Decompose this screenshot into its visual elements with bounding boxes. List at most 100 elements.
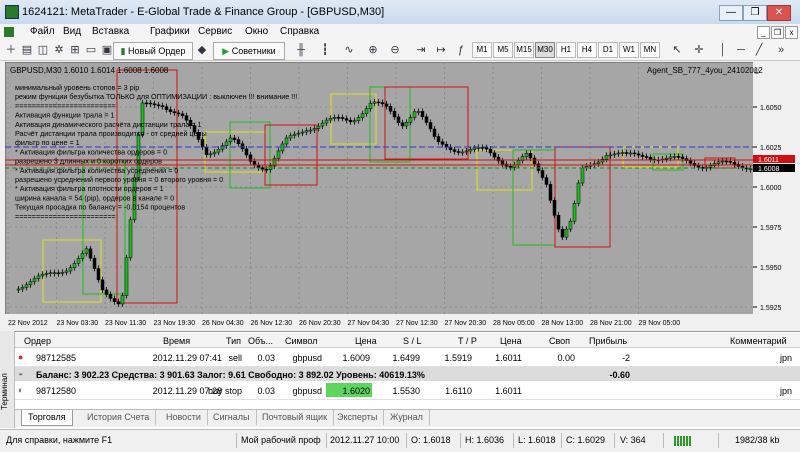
timeframe-d1[interactable]: D1 xyxy=(598,42,618,58)
col-type[interactable]: Тип xyxy=(226,336,241,346)
timeframe-m30[interactable]: M30 xyxy=(535,42,555,58)
status-profile[interactable]: Мой рабочий проф xyxy=(241,435,321,445)
indicators-icon[interactable]: ƒ xyxy=(454,43,468,57)
zoom-out-icon[interactable]: ⊖ xyxy=(388,43,402,57)
candle-body xyxy=(436,136,441,142)
col-sl[interactable]: S / L xyxy=(403,336,422,346)
navigator-icon[interactable]: ⊞ xyxy=(68,43,82,57)
price-tag-bid-text: 1.6011 xyxy=(758,157,779,164)
col-volume[interactable]: Объ... xyxy=(248,336,273,346)
menu-insert[interactable]: Вставка xyxy=(92,26,129,37)
tab-trade[interactable]: Торговля xyxy=(21,410,73,426)
status-open: O: 1.6018 xyxy=(411,435,451,445)
candle-body xyxy=(316,125,321,129)
tab-mailbox[interactable]: Почтовый ящик xyxy=(256,410,335,425)
timeframe-h4[interactable]: H4 xyxy=(577,42,597,58)
crosshair-icon[interactable]: ✛ xyxy=(692,43,706,57)
expert-advisors-button[interactable]: ▶ Советники xyxy=(213,42,285,60)
minimize-button[interactable]: — xyxy=(719,5,743,21)
col-tp[interactable]: T / P xyxy=(458,336,477,346)
col-swap[interactable]: Своп xyxy=(549,336,570,346)
new-chart-icon[interactable]: ＋ xyxy=(4,43,18,57)
candle-body xyxy=(312,128,317,131)
candle-body xyxy=(716,161,721,164)
col-time[interactable]: Время xyxy=(163,336,190,346)
zoom-in-icon[interactable]: ⊕ xyxy=(366,43,380,57)
tab-signals[interactable]: Сигналы xyxy=(207,410,257,425)
col-comment[interactable]: Комментарий xyxy=(730,336,787,346)
candle-body xyxy=(408,117,413,123)
candle-body xyxy=(300,131,305,134)
tab-experts[interactable]: Эксперты xyxy=(331,410,385,425)
menu-charts[interactable]: Графики xyxy=(150,26,190,37)
tab-journal[interactable]: Журнал xyxy=(384,410,430,425)
menu-window[interactable]: Окно xyxy=(245,26,268,37)
col-current-price[interactable]: Цена xyxy=(500,336,522,346)
candle-body xyxy=(456,151,461,153)
cursor-icon[interactable]: ↖ xyxy=(670,43,684,57)
col-symbol[interactable]: Символ xyxy=(285,336,317,346)
candle-body xyxy=(112,298,117,302)
candle-body xyxy=(532,157,537,165)
status-traffic: 1982/38 kb xyxy=(735,435,780,445)
candle-body xyxy=(220,145,225,150)
candle-body xyxy=(596,161,601,165)
candle-body xyxy=(20,287,25,290)
line-chart-icon[interactable]: ∿ xyxy=(342,43,356,57)
new-order-button[interactable]: ▮ Новый Ордер xyxy=(113,42,193,60)
more-tools-icon[interactable]: » xyxy=(774,43,788,57)
time-tick-label: 23 Nov 03:30 xyxy=(57,320,99,327)
timeframe-m1[interactable]: M1 xyxy=(472,42,492,58)
terminal-icon[interactable]: ▭ xyxy=(84,43,98,57)
chart-shift-icon[interactable]: ⇥ xyxy=(414,43,428,57)
mdi-close-button[interactable]: x xyxy=(785,26,798,39)
menu-file[interactable]: Файл xyxy=(30,26,55,37)
trendline-icon[interactable]: ╱ xyxy=(752,43,766,57)
col-price[interactable]: Цена xyxy=(355,336,377,346)
candle-body xyxy=(44,273,49,275)
expert-smiley-icon: ☺ xyxy=(752,66,761,76)
strategy-tester-icon[interactable]: ▣ xyxy=(100,43,114,57)
candle-body xyxy=(452,149,457,152)
candle-body xyxy=(88,248,93,259)
candle-body xyxy=(328,118,333,121)
profiles-icon[interactable]: ▤ xyxy=(20,43,34,57)
menu-help[interactable]: Справка xyxy=(280,26,319,37)
col-profit[interactable]: Прибыль xyxy=(589,336,627,346)
order-sl: 1.5530 xyxy=(392,386,420,396)
menu-view[interactable]: Вид xyxy=(63,26,81,37)
candlestick-icon[interactable]: ┇ xyxy=(318,43,332,57)
vertical-line-icon[interactable]: │ xyxy=(716,43,730,57)
candle-body xyxy=(508,166,513,168)
candle-body xyxy=(304,130,309,133)
price-chart[interactable]: GBPUSD,M30 1.6010 1.6014 1.6008 1.6008 A… xyxy=(5,62,795,330)
candle-body xyxy=(432,128,437,137)
metaeditor-icon[interactable]: ◆ xyxy=(195,43,209,57)
timeframe-w1[interactable]: W1 xyxy=(619,42,639,58)
timeframe-mn[interactable]: MN xyxy=(640,42,660,58)
market-watch-icon[interactable]: ◫ xyxy=(36,43,50,57)
connection-status-icon xyxy=(674,436,692,446)
mdi-restore-button[interactable]: ❐ xyxy=(771,26,784,39)
autoscroll-icon[interactable]: ↦ xyxy=(434,43,448,57)
bar-chart-icon[interactable]: ╫ xyxy=(294,43,308,57)
candle-body xyxy=(120,295,125,305)
maximize-button[interactable]: ❐ xyxy=(743,5,767,21)
order-tp: 1.6110 xyxy=(445,386,472,396)
candle-body xyxy=(460,151,465,154)
candle-body xyxy=(628,152,633,155)
horizontal-line-icon[interactable]: ─ xyxy=(734,43,748,57)
timeframe-h1[interactable]: H1 xyxy=(556,42,576,58)
data-window-icon[interactable]: ✲ xyxy=(52,43,66,57)
tab-account-history[interactable]: История Счета xyxy=(81,410,157,425)
tab-news[interactable]: Новости xyxy=(160,410,208,425)
candle-body xyxy=(336,117,341,119)
candle-body xyxy=(260,167,265,170)
timeframe-m5[interactable]: M5 xyxy=(493,42,513,58)
col-order[interactable]: Ордер xyxy=(24,336,51,346)
menu-tools[interactable]: Сервис xyxy=(198,26,232,37)
close-button[interactable]: ✕ xyxy=(767,5,791,21)
candle-body xyxy=(76,258,81,264)
timeframe-m15[interactable]: M15 xyxy=(514,42,534,58)
mdi-minimize-button[interactable]: _ xyxy=(757,26,770,39)
